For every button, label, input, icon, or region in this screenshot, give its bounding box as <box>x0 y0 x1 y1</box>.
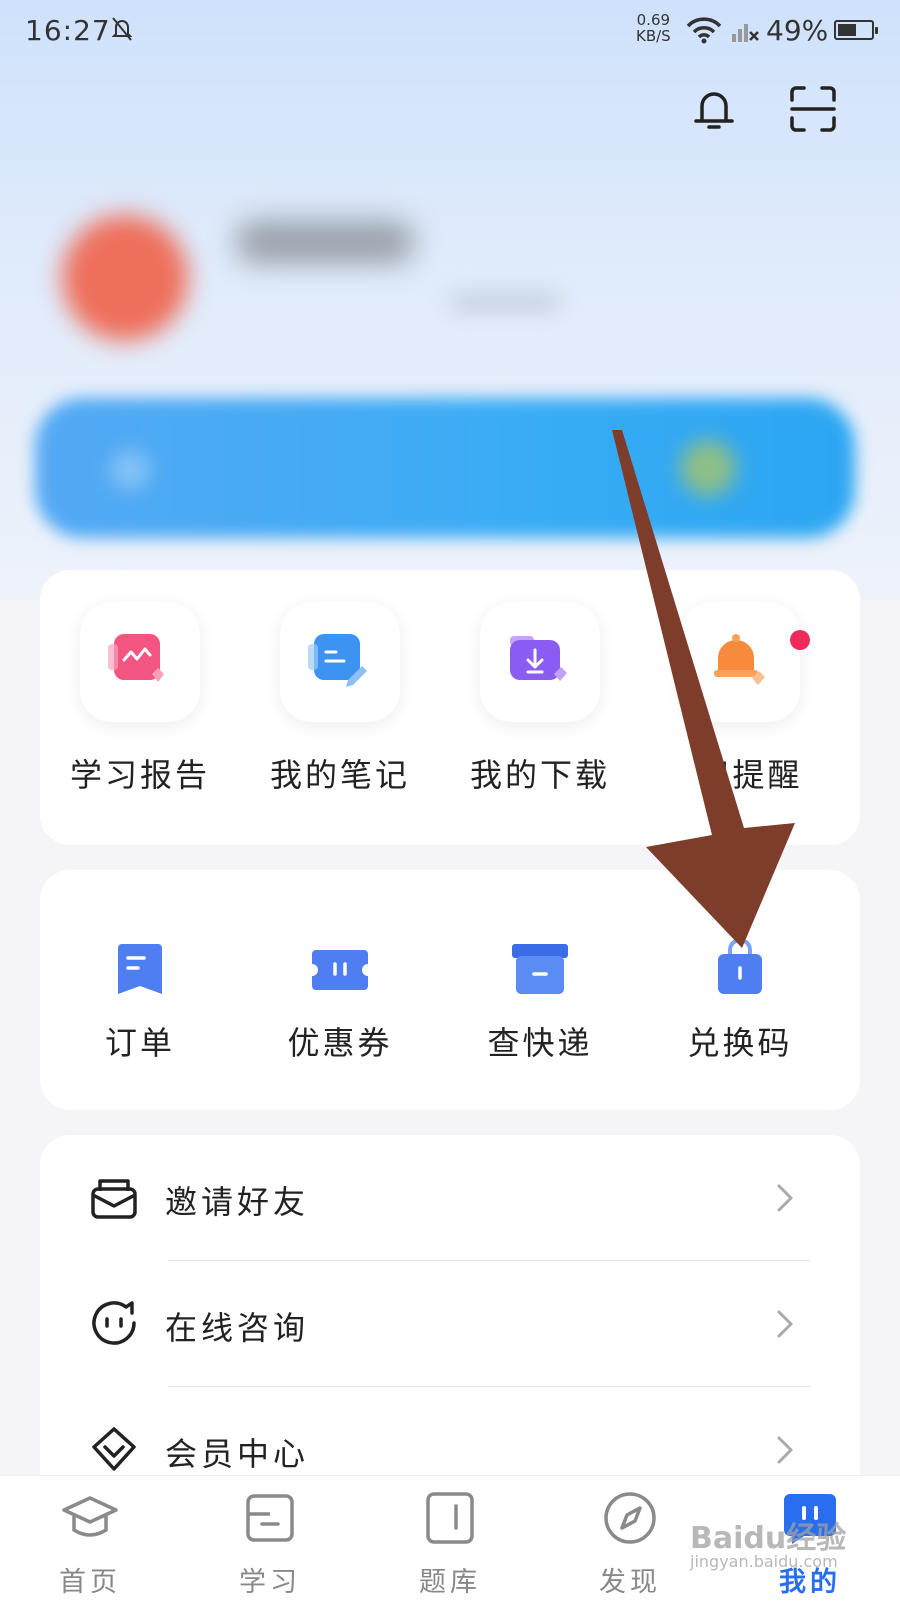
service-label: 订单 <box>104 1024 175 1062</box>
tab-home[interactable]: 首页 <box>0 1476 180 1601</box>
book-icon <box>246 1494 294 1542</box>
tab-study[interactable]: 学习 <box>180 1476 360 1601</box>
user-subtitle-blurred <box>450 292 560 312</box>
chat-face-icon <box>92 1301 136 1345</box>
menu-item-online-consult[interactable]: 在线咨询 <box>40 1261 860 1386</box>
mute-bell-icon <box>111 17 133 41</box>
menu-label: 会员中心 <box>165 1435 310 1473</box>
avatar[interactable] <box>62 215 188 341</box>
service-label: 查快递 <box>487 1024 593 1062</box>
signal-icon <box>732 24 759 42</box>
alarm-bell-icon <box>714 634 765 685</box>
notification-bell-icon[interactable] <box>690 84 738 132</box>
tool-tile <box>480 602 600 722</box>
tool-label: 习提醒 <box>697 756 803 794</box>
tool-my-downloads[interactable]: 我的下载 <box>440 570 640 845</box>
services-card: 订单 优惠券 查快递 兑换码 <box>40 870 860 1110</box>
battery-level <box>838 24 856 36</box>
report-icon <box>108 634 164 682</box>
banner-decoration <box>110 450 150 490</box>
tool-label: 我的下载 <box>469 756 610 794</box>
battery-percent: 49% <box>766 14 829 47</box>
tool-label: 我的笔记 <box>269 756 410 794</box>
tool-label: 学习报告 <box>69 756 210 794</box>
net-speed-unit: KB/S <box>636 27 671 45</box>
wifi-icon <box>686 17 722 44</box>
tool-tile <box>280 602 400 722</box>
scan-icon[interactable] <box>788 84 838 134</box>
menu-item-invite-friends[interactable]: 邀请好友 <box>40 1135 860 1260</box>
coupon-icon <box>312 950 368 990</box>
service-order[interactable]: 订单 <box>40 870 240 1110</box>
username-blurred <box>235 220 415 264</box>
graduation-cap-icon <box>62 1496 118 1537</box>
tab-label: 学习 <box>239 1567 301 1598</box>
redeem-code-icon <box>718 940 762 994</box>
tool-study-report[interactable]: 学习报告 <box>40 570 240 845</box>
service-label: 优惠券 <box>287 1024 393 1062</box>
service-coupon[interactable]: 优惠券 <box>240 870 440 1110</box>
banner-decoration <box>680 440 736 496</box>
service-redeem-code[interactable]: 兑换码 <box>640 870 840 1110</box>
note-icon <box>308 634 367 687</box>
tab-label: 首页 <box>59 1567 121 1598</box>
chevron-right-icon <box>777 1184 793 1212</box>
watermark-brand: Baidu经验 <box>690 1521 847 1556</box>
net-speed: 0.69 KB/S <box>636 12 671 44</box>
question-bank-icon <box>426 1492 474 1544</box>
service-express[interactable]: 查快递 <box>440 870 640 1110</box>
invite-mail-icon <box>91 1179 137 1219</box>
order-icon <box>118 944 162 994</box>
menu-card: 邀请好友 在线咨询 会员中心 <box>40 1135 860 1475</box>
menu-label: 在线咨询 <box>165 1309 310 1347</box>
tool-tile <box>80 602 200 722</box>
battery-icon <box>834 20 878 40</box>
tool-my-notes[interactable]: 我的笔记 <box>240 570 440 845</box>
status-time: 16:27 <box>25 14 111 47</box>
vip-diamond-icon <box>92 1427 136 1471</box>
tool-tile <box>680 602 800 722</box>
watermark-url: jingyan.baidu.com <box>690 1552 838 1571</box>
tab-label: 题库 <box>419 1567 481 1598</box>
service-label: 兑换码 <box>687 1024 793 1062</box>
status-bar: 16:27 0.69 KB/S 49% <box>0 0 900 64</box>
notification-badge <box>790 630 810 650</box>
quick-tools-card: 学习报告 我的笔记 我的下载 习提醒 <box>40 570 860 845</box>
chevron-right-icon <box>777 1436 793 1464</box>
chevron-right-icon <box>777 1310 793 1338</box>
download-icon <box>510 636 567 681</box>
express-box-icon <box>512 944 568 994</box>
menu-label: 邀请好友 <box>165 1183 310 1221</box>
net-speed-value: 0.69 <box>636 11 671 29</box>
compass-icon <box>604 1492 656 1544</box>
tool-study-reminder[interactable]: 习提醒 <box>640 570 840 845</box>
tab-question-bank[interactable]: 题库 <box>360 1476 540 1601</box>
